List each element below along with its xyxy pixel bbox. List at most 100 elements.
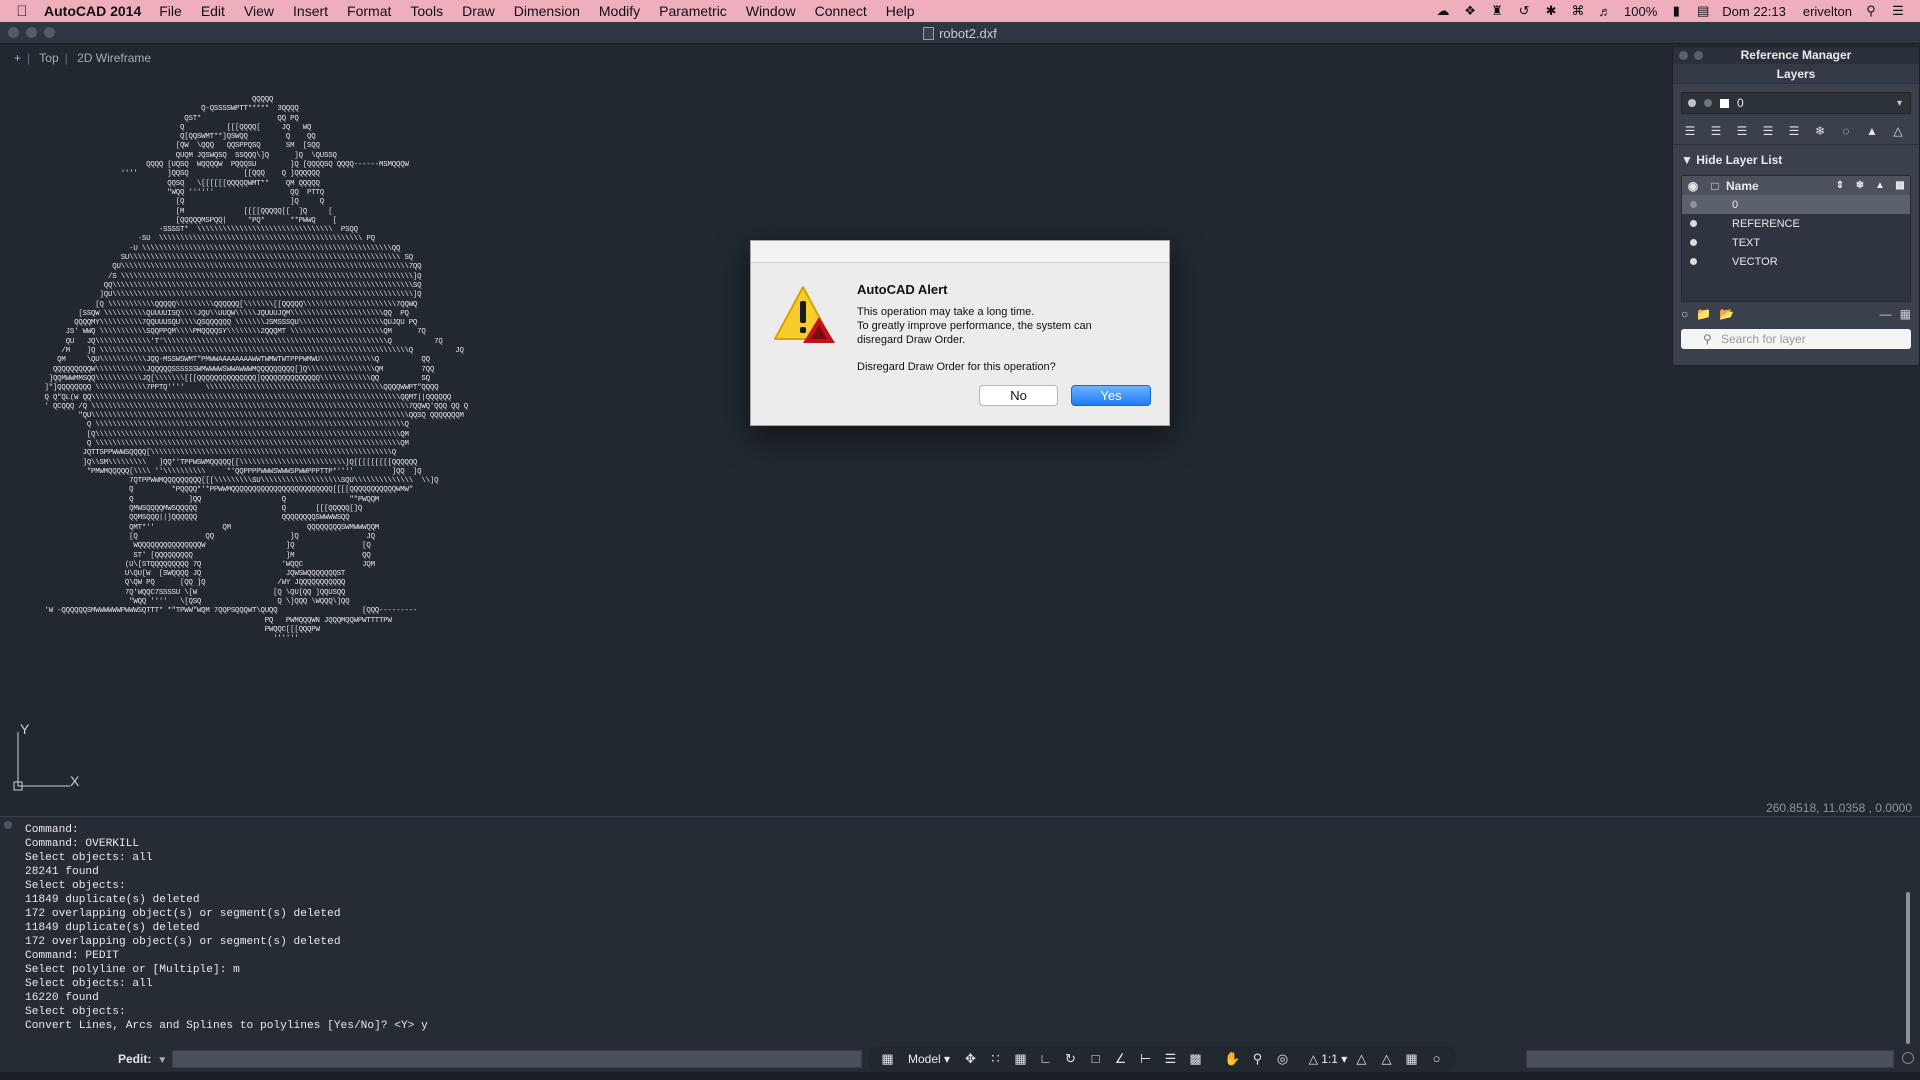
creative-cloud-icon[interactable]: ☁ <box>1435 3 1451 19</box>
time-machine-icon[interactable]: ↺ <box>1516 3 1532 19</box>
spotlight-icon[interactable]: ⚲ <box>1863 3 1879 19</box>
menu-draw[interactable]: Draw <box>462 3 495 19</box>
remove-icon[interactable]: — <box>1880 307 1892 321</box>
command-history-scrollbar[interactable] <box>1906 892 1910 1044</box>
lineweight-icon[interactable]: ☰ <box>1159 1049 1182 1069</box>
menu-format[interactable]: Format <box>347 3 391 19</box>
model-space-label: Model <box>907 1052 941 1066</box>
command-history-line: 28241 found <box>25 866 99 878</box>
menu-help[interactable]: Help <box>886 3 915 19</box>
layer-visibility-bullet[interactable] <box>1689 219 1697 227</box>
new-layer-icon[interactable]: ☰ <box>1679 122 1701 140</box>
name-column-header[interactable]: Name <box>1726 179 1830 193</box>
new-group-filter-icon[interactable]: 📁 <box>1696 307 1711 321</box>
infer-constraints-icon[interactable]: ✥ <box>959 1049 982 1069</box>
palette-titlebar[interactable]: Reference Manager <box>1673 47 1919 64</box>
sort-icon[interactable]: ⇕ <box>1830 180 1850 191</box>
object-snap-tracking-icon[interactable]: ∠ <box>1109 1049 1132 1069</box>
layer-isolate-icon[interactable]: ❄ <box>1809 122 1831 140</box>
pan-hand-icon[interactable]: ✋ <box>1221 1049 1244 1069</box>
layer-row[interactable]: VECTOR <box>1682 252 1910 271</box>
snap-mode-icon[interactable]: ∷ <box>984 1049 1007 1069</box>
plot-column-icon[interactable]: ▩ <box>1890 180 1910 191</box>
polar-tracking-icon[interactable]: ↻ <box>1059 1049 1082 1069</box>
viewport-view-control[interactable]: Top <box>39 51 58 65</box>
auto-scale-icon[interactable]: △ <box>1375 1049 1398 1069</box>
battery-percent[interactable]: 100% <box>1624 4 1657 19</box>
command-window-grip[interactable] <box>4 821 12 829</box>
layer-lock-icon[interactable]: ▲ <box>1861 122 1883 140</box>
command-line-input[interactable] <box>172 1050 862 1068</box>
layer-visibility-bullet[interactable] <box>1689 200 1697 208</box>
menu-modify[interactable]: Modify <box>599 3 640 19</box>
current-layer-dropdown[interactable]: 0 ▾ <box>1681 92 1911 114</box>
ucs-icon: Y X <box>13 724 80 791</box>
hide-layer-list-toggle[interactable]: ▼ Hide Layer List <box>1673 145 1919 175</box>
grid-display-icon[interactable]: ▦ <box>1009 1049 1032 1069</box>
palette-close-button[interactable] <box>1679 51 1688 60</box>
menubar-user[interactable]: erivelton <box>1803 4 1852 19</box>
layer-states-icon[interactable]: ○ <box>1681 307 1688 321</box>
menu-edit[interactable]: Edit <box>201 3 225 19</box>
menu-view[interactable]: View <box>244 3 274 19</box>
palette-collapse-button[interactable] <box>1694 51 1703 60</box>
layer-visibility-bullet[interactable] <box>1689 257 1697 265</box>
annotation-scale-dropdown[interactable]: △ 1:1 ▾ <box>1308 1052 1348 1066</box>
dialog-titlebar[interactable] <box>751 241 1169 263</box>
new-property-filter-icon[interactable]: 📂 <box>1719 307 1734 321</box>
status-column-icon[interactable]: □ <box>1704 179 1726 193</box>
menu-parametric[interactable]: Parametric <box>659 3 727 19</box>
menu-insert[interactable]: Insert <box>293 3 328 19</box>
viewport-nav-control[interactable]: + <box>14 51 21 65</box>
viewport-visual-style-control[interactable]: 2D Wireframe <box>77 51 151 65</box>
delete-layer-icon[interactable]: ☰ <box>1731 122 1753 140</box>
menubar-clock[interactable]: Dom 22:13 <box>1722 4 1786 19</box>
fantastical-icon[interactable]: ♜ <box>1489 3 1505 19</box>
app-menu[interactable]: AutoCAD 2014 <box>44 3 141 19</box>
menu-dimension[interactable]: Dimension <box>514 3 580 19</box>
yes-button[interactable]: Yes <box>1071 385 1151 406</box>
layer-match-icon[interactable]: ☰ <box>1783 122 1805 140</box>
annotation-visibility-icon[interactable]: △ <box>1350 1049 1373 1069</box>
quick-view-layouts-icon[interactable]: ▦ <box>876 1049 899 1069</box>
new-layer-vp-frozen-icon[interactable]: ☰ <box>1705 122 1727 140</box>
calendar-icon[interactable]: ▤ <box>1695 3 1711 19</box>
lock-column-icon[interactable]: ▲ <box>1870 180 1890 191</box>
notification-center-icon[interactable]: ☰ <box>1890 3 1906 19</box>
menu-connect[interactable]: Connect <box>815 3 867 19</box>
steering-wheel-icon[interactable]: ◎ <box>1271 1049 1294 1069</box>
ortho-mode-icon[interactable]: ∟ <box>1034 1049 1057 1069</box>
battery-icon[interactable]: ▮ <box>1668 3 1684 19</box>
dynamic-ucs-icon[interactable]: ⊢ <box>1134 1049 1157 1069</box>
chevron-down-icon[interactable]: ▼ <box>157 1055 167 1066</box>
command-history-line: Command: OVERKILL <box>25 838 140 850</box>
transparency-icon[interactable]: ▩ <box>1184 1049 1207 1069</box>
wifi-icon[interactable]: ⌘ <box>1570 3 1586 19</box>
drawing-canvas[interactable]: + | Top | 2D Wireframe QQQQQ Q-QSSSSWPTT**… <box>0 44 1920 816</box>
volume-icon[interactable]: ♬ <box>1597 4 1613 19</box>
dropbox-icon[interactable]: ❖ <box>1462 3 1478 19</box>
model-space-dropdown[interactable]: Model ▾ <box>901 1052 957 1066</box>
zoom-icon[interactable]: ⚲ <box>1246 1049 1269 1069</box>
panel-options-icon[interactable]: ▦ <box>1900 307 1911 321</box>
layer-row[interactable]: TEXT <box>1682 233 1910 252</box>
menu-window[interactable]: Window <box>746 3 796 19</box>
workspace-icon[interactable]: ▦ <box>1400 1049 1423 1069</box>
no-button[interactable]: No <box>979 385 1058 406</box>
bluetooth-icon[interactable]: ✱ <box>1543 3 1559 19</box>
set-current-layer-icon[interactable]: ☰ <box>1757 122 1779 140</box>
menu-tools[interactable]: Tools <box>410 3 443 19</box>
layer-off-icon[interactable]: ◌ <box>1835 122 1857 140</box>
status-bar-menu-icon[interactable] <box>1902 1052 1914 1064</box>
layer-visibility-bullet[interactable] <box>1689 238 1697 246</box>
freeze-column-icon[interactable]: ❄ <box>1850 180 1870 191</box>
layer-row[interactable]: REFERENCE <box>1682 214 1910 233</box>
apple-icon[interactable]:  <box>0 3 44 20</box>
visibility-column-icon[interactable]: ◉ <box>1682 179 1704 193</box>
layer-row[interactable]: 0 <box>1682 195 1910 214</box>
layer-search-field[interactable]: ⚲ Search for layer <box>1681 329 1911 349</box>
menu-file[interactable]: File <box>159 3 182 19</box>
object-snap-icon[interactable]: □ <box>1084 1049 1107 1069</box>
clean-screen-icon[interactable]: ○ <box>1425 1049 1448 1069</box>
layer-unlock-icon[interactable]: △ <box>1887 122 1909 140</box>
